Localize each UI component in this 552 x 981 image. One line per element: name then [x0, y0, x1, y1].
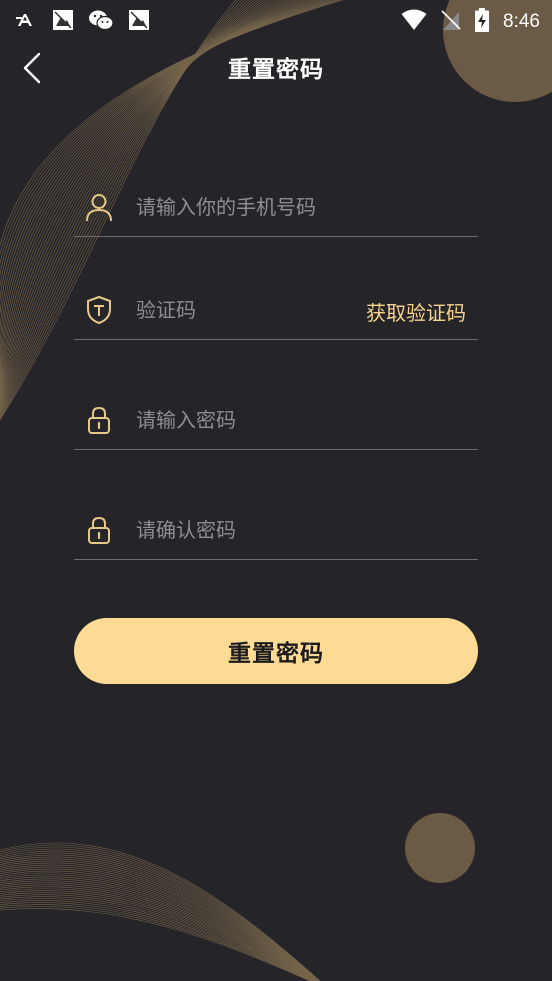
status-left-icons	[16, 9, 150, 35]
bottom-right-circle	[405, 813, 475, 883]
bottom-wave-lines	[0, 842, 321, 981]
wifi-icon	[401, 9, 427, 35]
get-code-button[interactable]: 获取验证码	[366, 297, 466, 326]
wechat-icon	[88, 9, 114, 35]
phone-field	[74, 176, 478, 237]
lock-icon	[84, 515, 114, 545]
font-app-icon	[16, 11, 38, 33]
nav-bar: 重置密码	[0, 40, 552, 96]
background-decoration	[0, 0, 552, 981]
lock-icon	[84, 405, 114, 435]
code-input[interactable]	[134, 291, 318, 329]
shield-icon	[84, 295, 114, 325]
status-bar: 8:46	[0, 0, 552, 40]
password-field	[74, 389, 478, 450]
user-icon	[84, 192, 114, 222]
confirm-password-input[interactable]	[134, 511, 358, 549]
code-field: 获取验证码	[74, 279, 478, 340]
phone-input[interactable]	[134, 188, 358, 226]
battery-charging-icon	[475, 8, 490, 36]
status-right-icons: 8:46	[401, 8, 540, 36]
status-time: 8:46	[503, 11, 540, 32]
image-icon	[128, 9, 150, 35]
confirm-password-field	[74, 499, 478, 560]
page-title: 重置密码	[228, 57, 324, 83]
reset-password-button[interactable]: 重置密码	[74, 618, 478, 684]
image-icon	[52, 9, 74, 35]
password-input[interactable]	[134, 401, 358, 439]
no-signal-icon	[441, 9, 461, 35]
